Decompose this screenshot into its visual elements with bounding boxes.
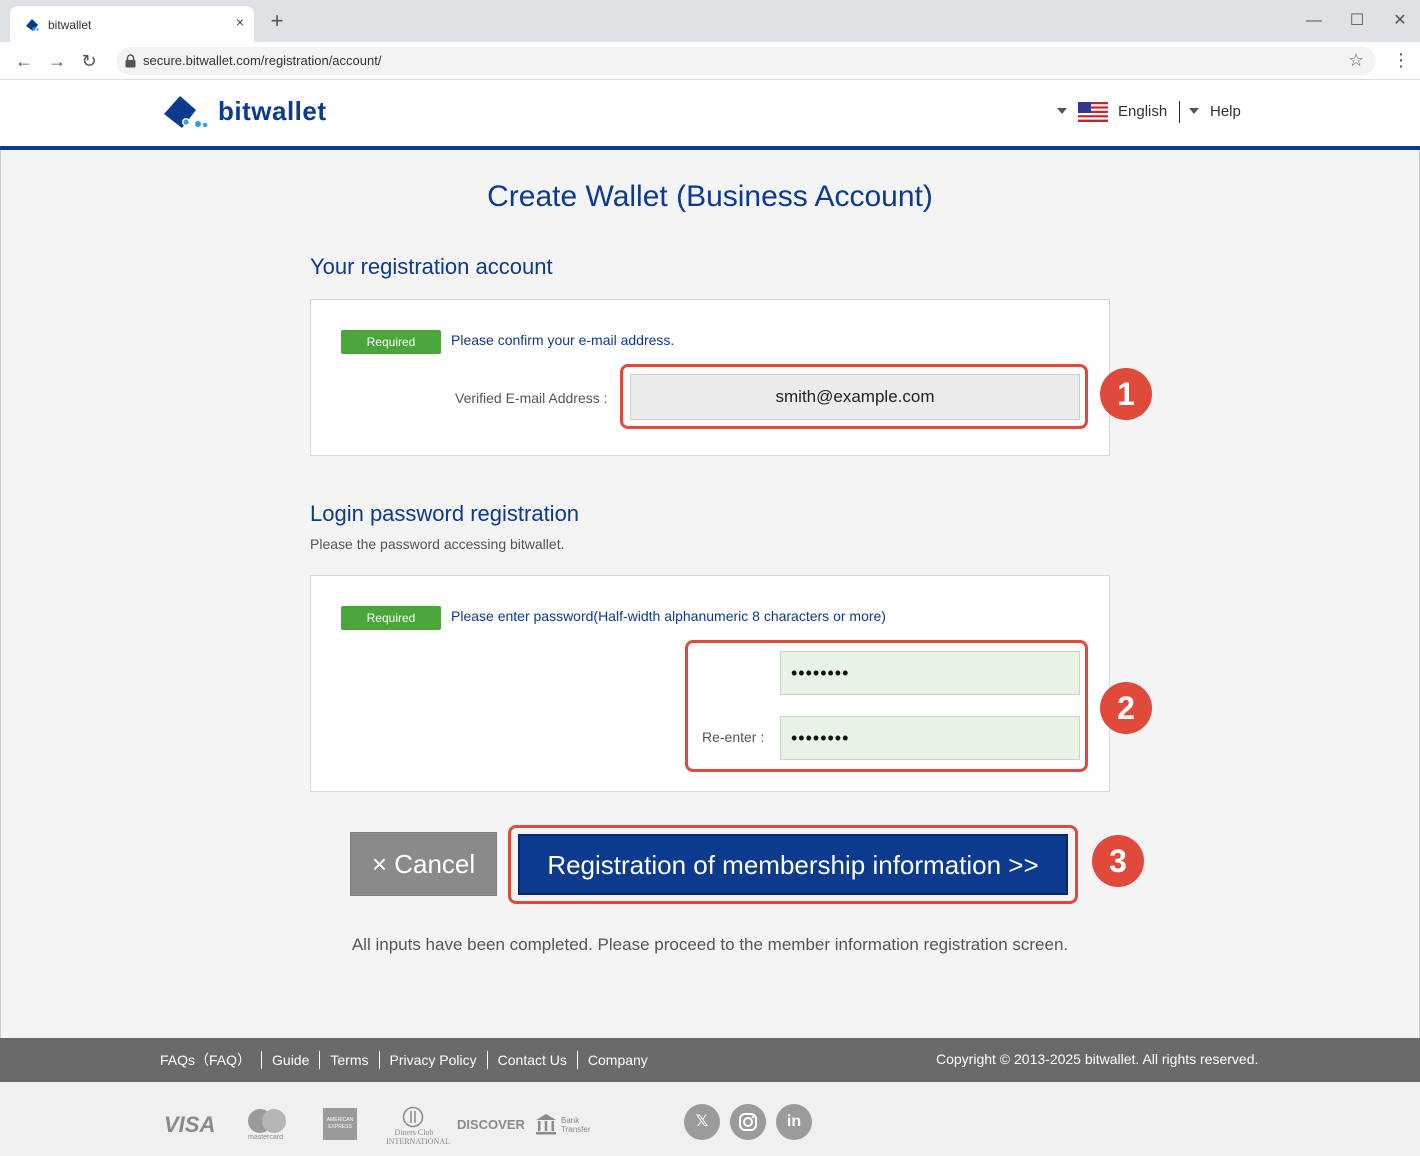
- required-badge: Required: [341, 330, 441, 354]
- email-instruction: Please confirm your e-mail address.: [451, 332, 675, 348]
- footer-link-contact[interactable]: Contact Us: [488, 1051, 578, 1069]
- step-marker-2: 2: [1100, 682, 1152, 734]
- cancel-button[interactable]: × Cancel: [350, 832, 497, 896]
- language-caret-icon[interactable]: [1057, 108, 1067, 114]
- forward-icon[interactable]: →: [46, 50, 68, 72]
- mastercard-label: mastercard: [248, 1134, 284, 1141]
- diners-club-label: Diners Club INTERNATIONAL: [386, 1128, 450, 1146]
- star-icon[interactable]: ☆: [1348, 50, 1364, 71]
- footer-link-company[interactable]: Company: [578, 1051, 658, 1069]
- bitwallet-favicon-icon: [26, 19, 39, 31]
- footer-link-privacy[interactable]: Privacy Policy: [380, 1051, 488, 1069]
- minimize-icon[interactable]: —: [1304, 11, 1324, 31]
- password-section-title: Login password registration: [310, 501, 580, 526]
- lock-icon: [125, 54, 136, 68]
- required-badge: Required: [341, 606, 441, 630]
- footer-link-guide[interactable]: Guide: [262, 1051, 321, 1069]
- help-caret-icon[interactable]: [1189, 108, 1199, 114]
- email-label: Verified E-mail Address :: [455, 390, 608, 406]
- mastercard-logo-icon: [248, 1109, 286, 1133]
- page-title: Create Wallet (Business Account): [487, 180, 933, 213]
- header-divider: [0, 146, 1420, 150]
- password-instruction: Please enter password(Half-width alphanu…: [451, 608, 886, 624]
- highlight-box-1: [620, 364, 1088, 429]
- browser-tab[interactable]: bitwallet ×: [10, 6, 254, 42]
- new-tab-icon[interactable]: +: [266, 10, 288, 32]
- us-flag-icon[interactable]: [1078, 102, 1108, 122]
- x-icon[interactable]: 𝕏: [684, 1104, 720, 1140]
- diners-club-logo-icon: [402, 1106, 424, 1128]
- footer-link-terms[interactable]: Terms: [320, 1051, 380, 1069]
- url-text: secure.bitwallet.com/registration/accoun…: [143, 53, 382, 68]
- bitwallet-logo-icon[interactable]: [160, 92, 208, 132]
- tab-close-icon[interactable]: ×: [232, 14, 248, 30]
- reload-icon[interactable]: ↻: [78, 50, 100, 72]
- password-section-description: Please the password accessing bitwallet.: [310, 536, 565, 552]
- discover-logo: DISCOVER: [457, 1117, 525, 1132]
- copyright-text: Copyright © 2013-2025 bitwallet. All rig…: [936, 1051, 1259, 1067]
- logo-text[interactable]: bitwallet: [218, 96, 327, 127]
- footer-links: FAQs（FAQ） Guide Terms Privacy Policy Con…: [150, 1050, 658, 1070]
- window-close-icon[interactable]: ✕: [1390, 11, 1410, 31]
- header-separator: [1179, 101, 1180, 123]
- step-marker-3: 3: [1092, 835, 1144, 887]
- tab-strip: bitwallet × + — ☐ ✕: [0, 0, 1420, 42]
- highlight-box-2: [685, 640, 1088, 772]
- instagram-icon[interactable]: [730, 1104, 766, 1140]
- address-bar[interactable]: secure.bitwallet.com/registration/accoun…: [116, 47, 1376, 75]
- help-link[interactable]: Help: [1210, 103, 1241, 120]
- tab-title: bitwallet: [48, 18, 92, 32]
- highlight-box-3: [508, 825, 1078, 904]
- bank-transfer-label: Bank Transfer: [561, 1116, 591, 1134]
- maximize-icon[interactable]: ☐: [1347, 11, 1367, 31]
- back-icon[interactable]: ←: [13, 50, 35, 72]
- step-marker-1: 1: [1100, 368, 1152, 420]
- amex-logo: AMERICAN EXPRESS: [323, 1108, 357, 1140]
- bank-icon: [536, 1114, 556, 1135]
- language-selector[interactable]: English: [1118, 103, 1167, 120]
- browser-toolbar: ← → ↻ secure.bitwallet.com/registration/…: [0, 42, 1420, 80]
- footer-link-faq[interactable]: FAQs（FAQ）: [150, 1051, 263, 1069]
- linkedin-icon[interactable]: in: [776, 1104, 812, 1140]
- visa-logo: VISA: [164, 1112, 216, 1137]
- email-section-title: Your registration account: [310, 254, 553, 279]
- menu-icon[interactable]: ⋮: [1392, 50, 1410, 71]
- site-header: [0, 80, 1420, 146]
- completion-note: All inputs have been completed. Please p…: [351, 935, 1069, 954]
